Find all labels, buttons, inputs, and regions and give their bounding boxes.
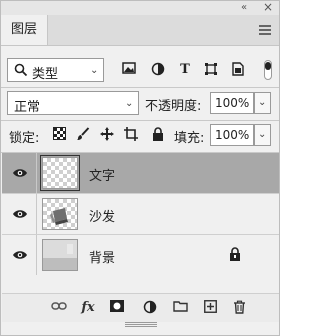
close-button[interactable]: × bbox=[263, 0, 273, 14]
layer-thumbnail[interactable] bbox=[40, 155, 80, 191]
lock-image-pixels-brush-icon[interactable] bbox=[75, 127, 91, 143]
eye-icon[interactable] bbox=[12, 208, 28, 220]
delete-layer-trash-icon[interactable] bbox=[231, 300, 247, 316]
new-layer-icon[interactable] bbox=[202, 300, 218, 316]
type-filter-icon[interactable]: T bbox=[177, 62, 193, 78]
layer-name[interactable]: 沙发 bbox=[89, 206, 115, 225]
pixel-filter-icon[interactable] bbox=[121, 62, 137, 78]
layers-list: 文字 沙发 背景 bbox=[2, 153, 279, 291]
fill-dropdown-button[interactable]: ⌄ bbox=[254, 124, 271, 146]
divider bbox=[1, 87, 279, 88]
shape-filter-icon[interactable] bbox=[203, 62, 219, 78]
layer-style-fx-button[interactable]: fx bbox=[80, 300, 96, 316]
opacity-input[interactable]: 100% bbox=[210, 92, 254, 114]
add-mask-icon[interactable] bbox=[109, 300, 125, 316]
tab-bar: 图层 bbox=[1, 15, 279, 46]
blend-mode-select[interactable]: 正常 ⌄ bbox=[7, 91, 139, 115]
layer-thumbnail[interactable] bbox=[42, 198, 78, 230]
layer-name[interactable]: 文字 bbox=[89, 165, 115, 184]
chevron-down-icon: ⌄ bbox=[258, 129, 267, 140]
layers-bottom-bar: fx bbox=[2, 293, 279, 322]
opacity-label: 不透明度: bbox=[145, 99, 202, 114]
filter-kind-label: 类型 bbox=[32, 67, 59, 82]
panel-header-strip: « × bbox=[1, 0, 279, 16]
fill-input[interactable]: 100% bbox=[210, 124, 254, 146]
chevron-down-icon: ⌄ bbox=[90, 65, 99, 76]
divider bbox=[36, 153, 37, 193]
chevron-down-icon: ⌄ bbox=[125, 98, 134, 109]
sofa-image-icon bbox=[50, 208, 68, 225]
layer-row-background[interactable]: 背景 bbox=[2, 235, 279, 275]
divider bbox=[36, 194, 37, 234]
lock-icon bbox=[230, 247, 240, 261]
tab-layers-label: 图层 bbox=[10, 22, 37, 37]
layer-row-text[interactable]: 文字 bbox=[2, 153, 279, 194]
filter-toggle[interactable] bbox=[264, 60, 272, 80]
opacity-value: 100% bbox=[215, 96, 250, 110]
eye-icon[interactable] bbox=[12, 167, 28, 179]
layer-row-sofa[interactable]: 沙发 bbox=[2, 194, 279, 235]
eye-icon[interactable] bbox=[12, 249, 28, 261]
panel-menu-icon[interactable] bbox=[259, 25, 271, 35]
new-group-folder-icon[interactable] bbox=[172, 300, 188, 316]
link-layers-icon[interactable] bbox=[51, 300, 67, 316]
fx-label: fx bbox=[81, 300, 95, 315]
fill-label: 填充: bbox=[174, 131, 205, 146]
room-image-icon bbox=[43, 240, 77, 270]
blend-mode-label: 正常 bbox=[14, 100, 41, 115]
smart-object-filter-icon[interactable] bbox=[230, 62, 246, 78]
layer-thumbnail[interactable] bbox=[42, 239, 78, 271]
lock-artboard-crop-icon[interactable] bbox=[123, 127, 139, 143]
filter-kind-select[interactable]: 类型 ⌄ bbox=[7, 58, 104, 82]
chevron-down-icon: ⌄ bbox=[258, 97, 267, 108]
layer-name[interactable]: 背景 bbox=[89, 247, 115, 266]
opacity-dropdown-button[interactable]: ⌄ bbox=[254, 92, 271, 114]
lock-all-icon[interactable] bbox=[150, 127, 166, 143]
resize-grip[interactable] bbox=[125, 322, 157, 328]
fill-value: 100% bbox=[215, 128, 250, 142]
divider bbox=[1, 120, 279, 121]
divider bbox=[36, 235, 37, 275]
lock-position-move-icon[interactable] bbox=[99, 127, 115, 143]
lock-transparent-pixels-icon[interactable] bbox=[51, 127, 67, 143]
adjustment-layer-icon[interactable] bbox=[142, 300, 158, 316]
search-icon bbox=[14, 63, 28, 77]
collapse-button[interactable]: « bbox=[241, 1, 247, 15]
adjustment-filter-icon[interactable] bbox=[150, 62, 166, 78]
layers-panel: « × 图层 类型 ⌄ T 正常 ⌄ 不透明度: 100% ⌄ 锁定: 填充: … bbox=[0, 0, 280, 336]
lock-label: 锁定: bbox=[9, 131, 40, 146]
tab-layers[interactable]: 图层 bbox=[1, 15, 48, 45]
